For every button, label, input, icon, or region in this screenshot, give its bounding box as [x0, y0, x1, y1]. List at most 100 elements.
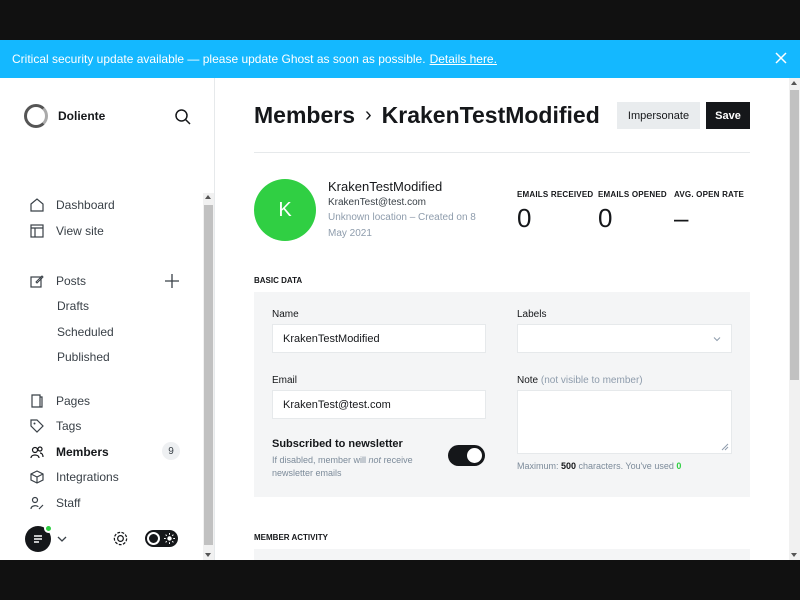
stat-label: AVG. OPEN RATE	[674, 190, 745, 199]
letterbox-top	[0, 0, 800, 40]
home-icon	[30, 198, 44, 212]
site-brand[interactable]: Doliente	[24, 104, 105, 128]
sidebar-item-label: Dashboard	[56, 198, 115, 212]
sidebar-item-label: Staff	[56, 496, 81, 510]
used-value: 0	[676, 461, 682, 471]
add-post-icon[interactable]	[164, 273, 180, 289]
online-status-dot	[44, 524, 53, 533]
save-button[interactable]: Save	[706, 102, 750, 129]
close-icon[interactable]	[774, 51, 788, 65]
integrations-icon	[30, 470, 44, 484]
sidebar-subitem-published[interactable]: Published	[57, 350, 110, 364]
stat-value: 0	[598, 203, 613, 233]
sidebar-item-tags[interactable]: Tags	[30, 416, 81, 436]
gear-icon[interactable]	[112, 530, 129, 547]
security-update-banner: Critical security update available — ple…	[0, 40, 800, 78]
banner-message: Critical security update available — ple…	[12, 52, 426, 66]
basic-data-heading: BASIC DATA	[254, 276, 303, 285]
sidebar-item-label: View site	[56, 224, 104, 238]
scroll-down-arrow-icon[interactable]	[791, 553, 797, 557]
site-name: Doliente	[58, 109, 106, 123]
user-avatar[interactable]	[25, 524, 53, 552]
note-label-text: Note	[517, 375, 539, 386]
note-hint: (not visible to member)	[540, 375, 643, 386]
name-label: Name	[272, 309, 299, 320]
scroll-thumb[interactable]	[204, 205, 213, 545]
sidebar-subitem-drafts[interactable]: Drafts	[57, 299, 89, 313]
sidebar-item-view-site[interactable]: View site	[30, 221, 104, 241]
max-pre: Maximum:	[517, 461, 562, 471]
sidebar: Doliente Dashboard View site Posts Draft…	[0, 78, 215, 560]
stat-value: 0	[517, 203, 532, 233]
chevron-down-icon[interactable]	[57, 534, 67, 544]
breadcrumb: Members › KrakenTestModified	[254, 102, 600, 129]
banner-details-link[interactable]: Details here.	[430, 52, 497, 66]
main-scrollbar[interactable]	[789, 78, 800, 560]
member-avatar: K	[254, 179, 316, 241]
members-icon	[30, 446, 44, 459]
scroll-up-arrow-icon[interactable]	[791, 81, 797, 85]
toggle-knob	[467, 448, 482, 463]
tag-icon	[30, 419, 44, 433]
sidebar-subitem-scheduled[interactable]: Scheduled	[57, 325, 114, 339]
email-label: Email	[272, 375, 298, 386]
toggle-knob	[147, 532, 160, 545]
subscribed-hint-em: not	[368, 455, 382, 465]
resize-grip-icon[interactable]	[721, 443, 729, 451]
members-count-badge: 9	[162, 442, 180, 460]
impersonate-button[interactable]: Impersonate	[617, 102, 700, 129]
staff-icon	[30, 496, 44, 510]
sidebar-item-label: Pages	[56, 394, 91, 408]
breadcrumb-separator: ›	[364, 104, 372, 126]
sun-icon	[164, 533, 175, 544]
subscribed-label: Subscribed to newsletter	[272, 438, 403, 450]
letterbox-bottom	[0, 560, 800, 600]
scroll-thumb[interactable]	[790, 90, 799, 380]
stat-label: EMAILS RECEIVED	[517, 190, 594, 199]
member-name: KrakenTestModified	[328, 179, 443, 194]
main-content: Members › KrakenTestModified Impersonate…	[215, 78, 800, 560]
note-textarea[interactable]	[517, 390, 732, 454]
member-email: KrakenTest@test.com	[328, 197, 426, 208]
sidebar-item-staff[interactable]: Staff	[30, 493, 80, 513]
header-divider	[254, 152, 750, 153]
max-mid: characters. You've used	[576, 461, 677, 471]
page-title: KrakenTestModified	[381, 102, 600, 128]
sidebar-scrollbar[interactable]	[203, 193, 214, 560]
site-logo-icon	[24, 104, 48, 128]
search-icon[interactable]	[174, 108, 192, 126]
subscribed-hint-pre: If disabled, member will	[272, 455, 369, 465]
dark-mode-toggle[interactable]	[145, 530, 178, 547]
sidebar-item-pages[interactable]: Pages	[30, 391, 90, 411]
newsletter-toggle[interactable]	[448, 445, 485, 466]
sidebar-item-dashboard[interactable]: Dashboard	[30, 195, 115, 215]
chevron-down-icon	[713, 337, 721, 342]
member-meta: Unknown location – Created on 8 May 2021	[328, 212, 476, 239]
sidebar-item-label: Integrations	[56, 470, 119, 484]
member-activity-heading: MEMBER ACTIVITY	[254, 533, 328, 542]
layout-icon	[30, 224, 44, 238]
labels-select[interactable]	[517, 324, 732, 353]
scroll-up-arrow-icon[interactable]	[205, 195, 211, 199]
sidebar-item-label: Posts	[56, 274, 87, 288]
user-menu-icon	[34, 535, 42, 543]
edit-icon	[30, 275, 44, 288]
note-label: Note (not visible to member)	[517, 375, 643, 386]
sidebar-item-posts[interactable]: Posts	[30, 271, 86, 291]
sidebar-item-label: Tags	[56, 419, 82, 433]
sidebar-item-integrations[interactable]: Integrations	[30, 467, 119, 487]
name-input[interactable]: KrakenTestModified	[272, 324, 486, 353]
ghost-admin-app: Critical security update available — ple…	[0, 40, 800, 560]
pages-icon	[31, 394, 43, 408]
max-value: 500	[561, 461, 577, 471]
sidebar-item-members[interactable]: Members	[30, 442, 109, 462]
note-char-count: Maximum: 500 characters. You've used 0	[517, 461, 681, 471]
stat-emails-opened: EMAILS OPENED 0	[598, 190, 667, 234]
sidebar-item-label: Members	[56, 445, 109, 459]
breadcrumb-members-link[interactable]: Members	[254, 102, 355, 129]
stat-value: –	[674, 203, 689, 233]
email-input[interactable]: KrakenTest@test.com	[272, 390, 486, 419]
labels-label: Labels	[517, 309, 547, 320]
stat-emails-received: EMAILS RECEIVED 0	[517, 190, 593, 234]
scroll-down-arrow-icon[interactable]	[205, 553, 211, 557]
